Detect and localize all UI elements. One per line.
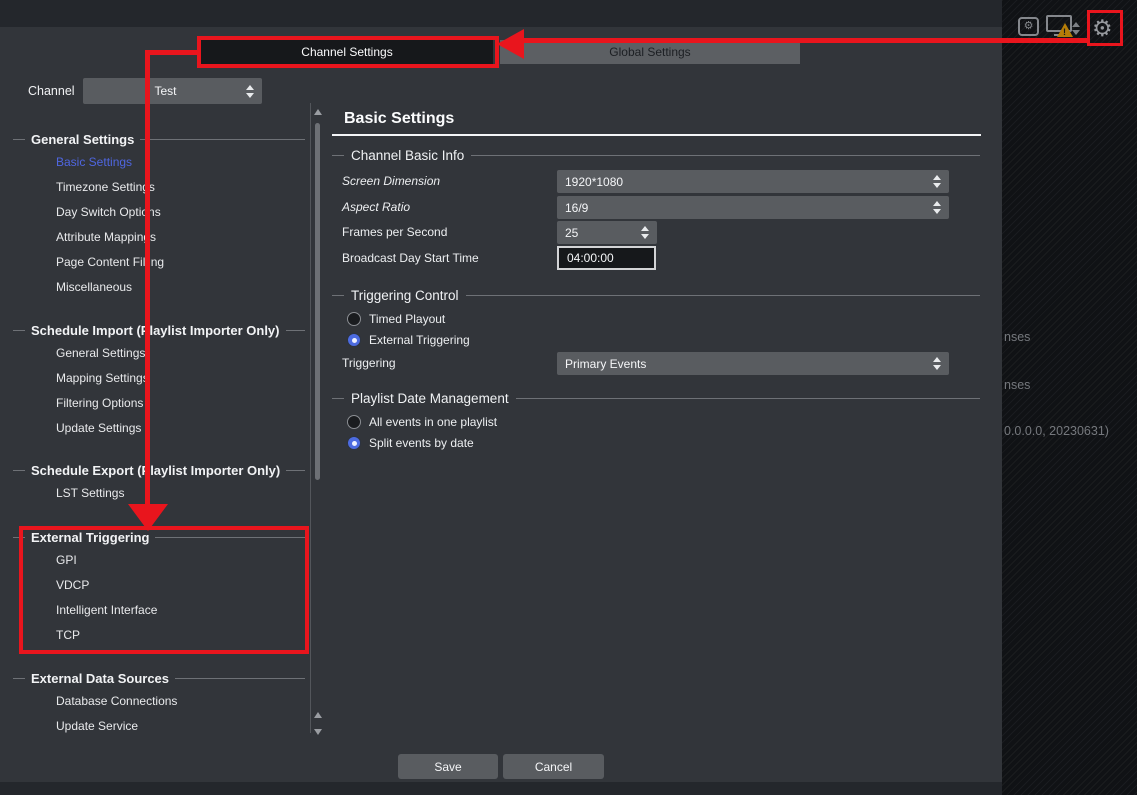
channel-label: Channel — [28, 78, 75, 104]
radio-circle-selected — [347, 333, 361, 347]
group-title: Triggering Control — [351, 288, 459, 303]
save-button[interactable]: Save — [398, 754, 498, 779]
sidebar-item-intelligent-interface[interactable]: Intelligent Interface — [13, 598, 305, 623]
cancel-button[interactable]: Cancel — [503, 754, 604, 779]
group-title: Playlist Date Management — [351, 391, 509, 406]
radio-circle-selected — [347, 436, 361, 450]
sidebar-section-external-triggering: External Triggering GPI VDCP Intelligent… — [13, 528, 305, 648]
sidebar-section-external-data-sources: External Data Sources Database Connectio… — [13, 669, 305, 739]
radio-label: Split events by date — [369, 436, 474, 450]
aspect-ratio-label: Aspect Ratio — [342, 196, 410, 219]
background-partial-text: nses — [1004, 330, 1030, 344]
scrollbar-thumb[interactable] — [315, 123, 320, 480]
screen-dimension-label: Screen Dimension — [342, 170, 440, 193]
section-title: General Settings — [31, 132, 134, 147]
spinner-icon — [933, 175, 941, 188]
sidebar-item-filtering-options[interactable]: Filtering Options — [13, 391, 305, 416]
sidebar-item-update-settings[interactable]: Update Settings — [13, 416, 305, 441]
chevron-down-icon[interactable] — [1072, 30, 1080, 35]
triggering-select[interactable]: Primary Events — [557, 352, 949, 375]
radio-all-events-one-playlist[interactable]: All events in one playlist — [347, 414, 497, 430]
section-title: Schedule Import (Playlist Importer Only) — [31, 323, 280, 338]
scrollbar-up-arrow[interactable] — [314, 712, 322, 718]
spinner-icon — [933, 201, 941, 214]
spinner-icon — [933, 357, 941, 370]
title-underline — [332, 134, 981, 136]
section-header: External Triggering — [13, 528, 305, 546]
scrollbar-up-arrow[interactable] — [314, 109, 322, 115]
screen-dimension-select[interactable]: 1920*1080 — [557, 170, 949, 193]
broadcast-day-start-time-input[interactable]: 04:00:00 — [557, 246, 656, 270]
sidebar-item-gpi[interactable]: GPI — [13, 548, 305, 573]
group-playlist-date-management: Playlist Date Management — [332, 390, 980, 407]
section-title: Schedule Export (Playlist Importer Only) — [31, 463, 280, 478]
chevron-up-icon[interactable] — [1072, 22, 1080, 27]
radio-circle — [347, 415, 361, 429]
sidebar-item-day-switch-options[interactable]: Day Switch Options — [13, 200, 305, 225]
sidebar-item-vdcp[interactable]: VDCP — [13, 573, 305, 598]
sidebar-item-page-content-filling[interactable]: Page Content Filling — [13, 250, 305, 275]
section-header: General Settings — [13, 130, 305, 148]
radio-label: Timed Playout — [369, 312, 445, 326]
radio-timed-playout[interactable]: Timed Playout — [347, 311, 445, 327]
scrollbar-down-arrow[interactable] — [314, 729, 322, 735]
triggering-label: Triggering — [342, 352, 396, 375]
radio-circle — [347, 312, 361, 326]
sidebar-item-lst-settings[interactable]: LST Settings — [13, 481, 305, 506]
background-bottom-bar — [0, 782, 1002, 795]
group-triggering-control: Triggering Control — [332, 287, 980, 304]
sidebar-item-timezone-settings[interactable]: Timezone Settings — [13, 175, 305, 200]
radio-label: All events in one playlist — [369, 415, 497, 429]
radio-split-events-by-date[interactable]: Split events by date — [347, 435, 474, 451]
sidebar-item-basic-settings[interactable]: Basic Settings — [13, 150, 305, 175]
section-header: External Data Sources — [13, 669, 305, 687]
sidebar-item-mapping-settings[interactable]: Mapping Settings — [13, 366, 305, 391]
display-settings-icon[interactable]: ⚙ — [1018, 17, 1039, 36]
sidebar-section-schedule-export: Schedule Export (Playlist Importer Only)… — [13, 461, 305, 506]
sidebar-item-tcp[interactable]: TCP — [13, 623, 305, 648]
triggering-value: Primary Events — [565, 357, 927, 371]
group-channel-basic-info: Channel Basic Info — [332, 147, 980, 164]
page-title: Basic Settings — [344, 110, 454, 128]
frames-per-second-value: 25 — [565, 226, 635, 240]
radio-external-triggering[interactable]: External Triggering — [347, 332, 470, 348]
spinner-icon — [641, 226, 649, 239]
dimmed-background-strip — [1002, 0, 1137, 795]
background-top-bar — [0, 0, 1002, 27]
app-window: nses nses 0.0.0.0, 20230631) ⚙ ! ⚙ Chann… — [0, 0, 1137, 795]
section-title: External Triggering — [31, 530, 149, 545]
section-header: Schedule Import (Playlist Importer Only) — [13, 321, 305, 339]
frames-per-second-label: Frames per Second — [342, 221, 447, 244]
screen-dimension-value: 1920*1080 — [565, 175, 927, 189]
sidebar-item-database-connections[interactable]: Database Connections — [13, 689, 305, 714]
tab-global-settings[interactable]: Global Settings — [500, 40, 800, 64]
broadcast-day-start-time-label: Broadcast Day Start Time — [342, 247, 479, 270]
group-title: Channel Basic Info — [351, 148, 464, 163]
background-partial-text: nses — [1004, 378, 1030, 392]
sidebar-item-import-general-settings[interactable]: General Settings — [13, 341, 305, 366]
sidebar-section-general-settings: General Settings Basic Settings Timezone… — [13, 130, 305, 300]
sidebar-divider — [310, 103, 311, 733]
radio-label: External Triggering — [369, 333, 470, 347]
sidebar-section-schedule-import: Schedule Import (Playlist Importer Only)… — [13, 321, 305, 441]
channel-select[interactable]: Test — [83, 78, 262, 104]
sidebar-item-miscellaneous[interactable]: Miscellaneous — [13, 275, 305, 300]
section-header: Schedule Export (Playlist Importer Only) — [13, 461, 305, 479]
section-title: External Data Sources — [31, 671, 169, 686]
background-version-text: 0.0.0.0, 20230631) — [1004, 424, 1109, 438]
aspect-ratio-select[interactable]: 16/9 — [557, 196, 949, 219]
settings-gear-icon[interactable]: ⚙ — [1092, 11, 1113, 45]
tab-channel-settings[interactable]: Channel Settings — [201, 40, 493, 64]
sidebar-item-update-service[interactable]: Update Service — [13, 714, 305, 739]
sidebar-item-attribute-mappings[interactable]: Attribute Mappings — [13, 225, 305, 250]
channel-select-value: Test — [91, 84, 240, 98]
spinner-icon — [246, 85, 254, 98]
aspect-ratio-value: 16/9 — [565, 201, 927, 215]
frames-per-second-select[interactable]: 25 — [557, 221, 657, 244]
warning-exclamation: ! — [1063, 27, 1066, 37]
